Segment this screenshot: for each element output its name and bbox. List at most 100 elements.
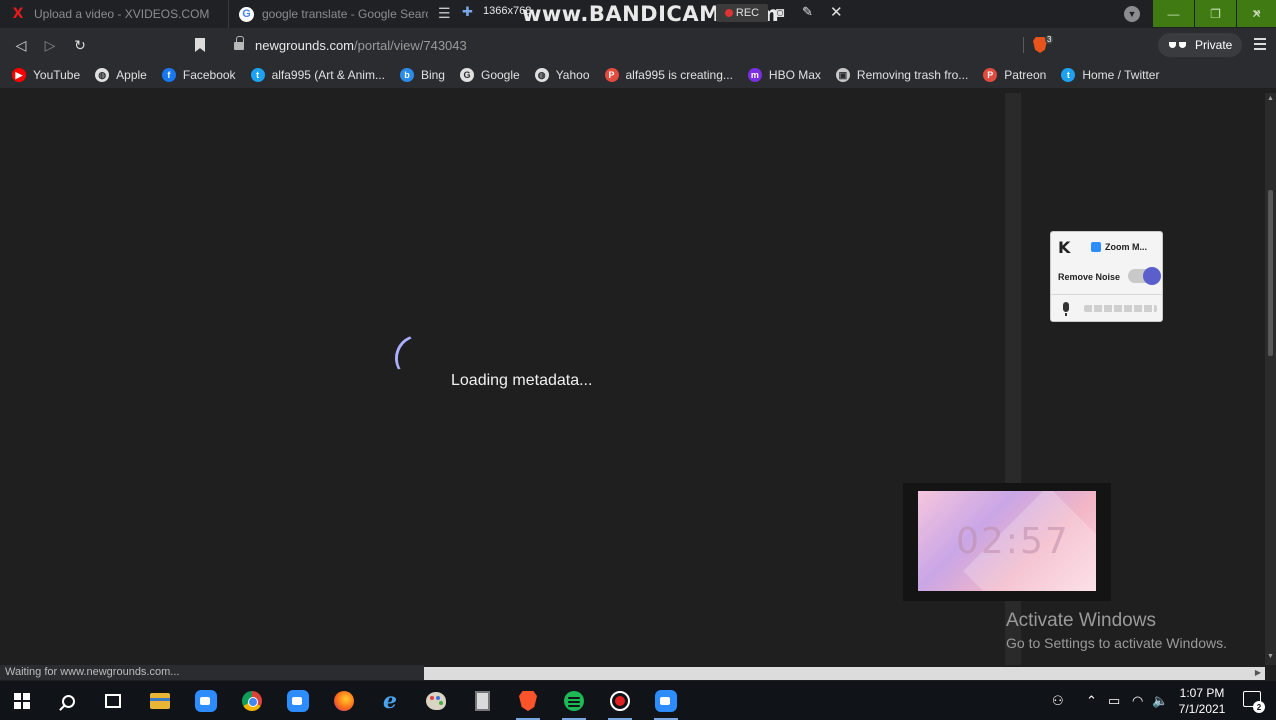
private-window-button[interactable]: Private: [1158, 33, 1242, 57]
activate-subtitle: Go to Settings to activate Windows.: [1006, 635, 1227, 651]
remove-noise-label: Remove Noise: [1058, 272, 1121, 282]
bookmark-item[interactable]: m HBO Max: [747, 68, 821, 82]
bookmark-item[interactable]: f Facebook: [161, 68, 236, 82]
paint-icon: [426, 692, 446, 710]
bookmark-label: Facebook: [182, 68, 236, 82]
patreon-icon: P: [604, 68, 619, 82]
google-icon: G: [239, 6, 254, 22]
taskbar-ie[interactable]: e: [376, 687, 404, 715]
tab-title: google translate - Google Search: [262, 7, 428, 21]
bookmark-item[interactable]: P Patreon: [983, 68, 1046, 82]
pencil-icon[interactable]: ✎: [802, 4, 813, 20]
tab-xvideos[interactable]: X Upload a video - XVIDEOS.COM: [0, 0, 228, 28]
tab-strip: X Upload a video - XVIDEOS.COM G google …: [0, 0, 1276, 28]
globe-icon: ◍: [95, 68, 110, 82]
wifi-icon[interactable]: ◠: [1132, 681, 1143, 720]
bookmark-label: Removing trash fro...: [856, 68, 969, 82]
back-button[interactable]: ◁: [12, 36, 30, 54]
chrome-icon: [242, 691, 262, 711]
scroll-up-icon[interactable]: ▲: [1267, 95, 1274, 102]
bookmark-item[interactable]: t alfa995 (Art & Anim...: [250, 68, 385, 82]
pin-icon[interactable]: ✚: [462, 4, 473, 20]
bookmark-item[interactable]: Palfa995 is creating...: [604, 68, 733, 82]
maximize-button[interactable]: ❐: [1195, 0, 1236, 27]
volume-icon[interactable]: 🔈: [1152, 681, 1168, 720]
bookmark-icon[interactable]: [195, 38, 205, 52]
menu-icon[interactable]: ☰: [438, 5, 451, 22]
taskbar-chrome[interactable]: [238, 687, 266, 715]
spotify-icon: [564, 691, 584, 711]
activate-title: Activate Windows: [1006, 610, 1156, 631]
bookmark-item[interactable]: b Bing: [399, 68, 445, 82]
tab-google-search[interactable]: G google translate - Google Search: [228, 0, 428, 28]
search-button[interactable]: [54, 687, 82, 715]
address-bar[interactable]: newgrounds.com/portal/view/743043: [222, 31, 1024, 59]
people-icon[interactable]: ⚇: [1052, 681, 1064, 720]
windows-logo-icon: [14, 693, 30, 709]
forward-button[interactable]: ▷: [41, 36, 59, 54]
taskbar-zoom[interactable]: [192, 687, 220, 715]
audio-device-selector[interactable]: Zoom M...: [1091, 239, 1147, 255]
taskbar-brave[interactable]: [514, 687, 542, 720]
bookmarks-bar: ▶ YouTube ◍ Apple f Facebook t alfa995 (Art & A…: [0, 62, 1276, 88]
scroll-down-icon[interactable]: ▼: [1267, 653, 1274, 660]
menu-icon[interactable]: [1254, 38, 1266, 50]
preview-thumbnail[interactable]: 02:57: [903, 483, 1111, 601]
taskbar-zoom-2[interactable]: [284, 687, 312, 715]
internet-explorer-icon: e: [383, 688, 397, 714]
vertical-scrollbar[interactable]: ▲ ▼: [1265, 93, 1276, 665]
bookmark-item[interactable]: ◍ Yahoo: [534, 68, 590, 82]
chevron-right-icon[interactable]: »: [1254, 5, 1261, 19]
taskbar-paint[interactable]: [422, 687, 450, 715]
thumbnail-time: 02:57: [956, 521, 1070, 562]
private-label: Private: [1195, 38, 1233, 52]
bookmark-label: alfa995 is creating...: [625, 68, 733, 82]
browser-toolbar: ◁ ▷ ↻ newgrounds.com/portal/view/743043 …: [0, 28, 1276, 62]
zoom-icon: [195, 690, 217, 712]
chevron-down-icon[interactable]: ▼: [1124, 6, 1140, 22]
start-button[interactable]: [8, 687, 36, 715]
camera-icon[interactable]: ◙: [776, 4, 784, 20]
scroll-right-icon[interactable]: ▶: [1255, 668, 1261, 677]
status-bar: Waiting for www.newgrounds.com...: [0, 665, 424, 680]
zoom-icon: [655, 690, 677, 712]
system-clock[interactable]: 1:07 PM 7/1/2021: [1172, 685, 1232, 717]
remove-noise-toggle[interactable]: [1128, 267, 1161, 285]
rec-button[interactable]: REC: [716, 4, 768, 22]
taskbar-bandicam[interactable]: [606, 687, 634, 720]
bookmark-label: Apple: [116, 68, 147, 82]
task-view-button[interactable]: [99, 687, 127, 715]
bing-icon: b: [399, 68, 414, 82]
battery-icon[interactable]: ▭: [1108, 681, 1120, 720]
bookmark-item[interactable]: t Home / Twitter: [1061, 68, 1159, 82]
horizontal-scrollbar[interactable]: ▶: [424, 667, 1265, 680]
patreon-icon: P: [983, 68, 998, 82]
task-view-icon: [105, 694, 121, 708]
minimize-button[interactable]: —: [1153, 0, 1194, 27]
taskbar-calculator[interactable]: [468, 687, 496, 715]
taskbar-firefox[interactable]: [330, 687, 358, 715]
bookmark-label: HBO Max: [768, 68, 821, 82]
url-host: newgrounds.com: [255, 37, 354, 53]
notification-count-badge: 2: [1253, 701, 1265, 713]
show-hidden-icons-icon[interactable]: ⌃: [1086, 681, 1097, 720]
reload-button[interactable]: ↻: [71, 36, 89, 54]
bookmark-item[interactable]: ▣ Removing trash fro...: [835, 68, 969, 82]
twitter-icon: t: [1061, 68, 1076, 82]
bandicam-overlay: ☰ ✚ 1366x768 www.BANDICAM.com REC ◙ ✎ ✕: [428, 0, 858, 26]
twitter-icon: t: [250, 68, 265, 82]
taskbar-zoom-3[interactable]: [652, 687, 680, 720]
zoom-icon: [1091, 242, 1101, 252]
bookmark-item[interactable]: G Google: [459, 68, 520, 82]
bookmark-item[interactable]: ▶ YouTube: [12, 68, 80, 82]
tab-title: Upload a video - XVIDEOS.COM: [34, 7, 210, 21]
taskbar-file-explorer[interactable]: [146, 687, 174, 715]
scrollbar-thumb[interactable]: [1268, 190, 1273, 356]
bookmark-item[interactable]: ◍ Apple: [95, 68, 147, 82]
close-icon[interactable]: ✕: [830, 3, 843, 21]
bookmark-label: Google: [480, 68, 520, 82]
zoom-icon: [287, 690, 309, 712]
lock-icon[interactable]: [234, 35, 244, 51]
taskbar-spotify[interactable]: [560, 687, 588, 720]
bookmark-label: YouTube: [33, 68, 81, 82]
